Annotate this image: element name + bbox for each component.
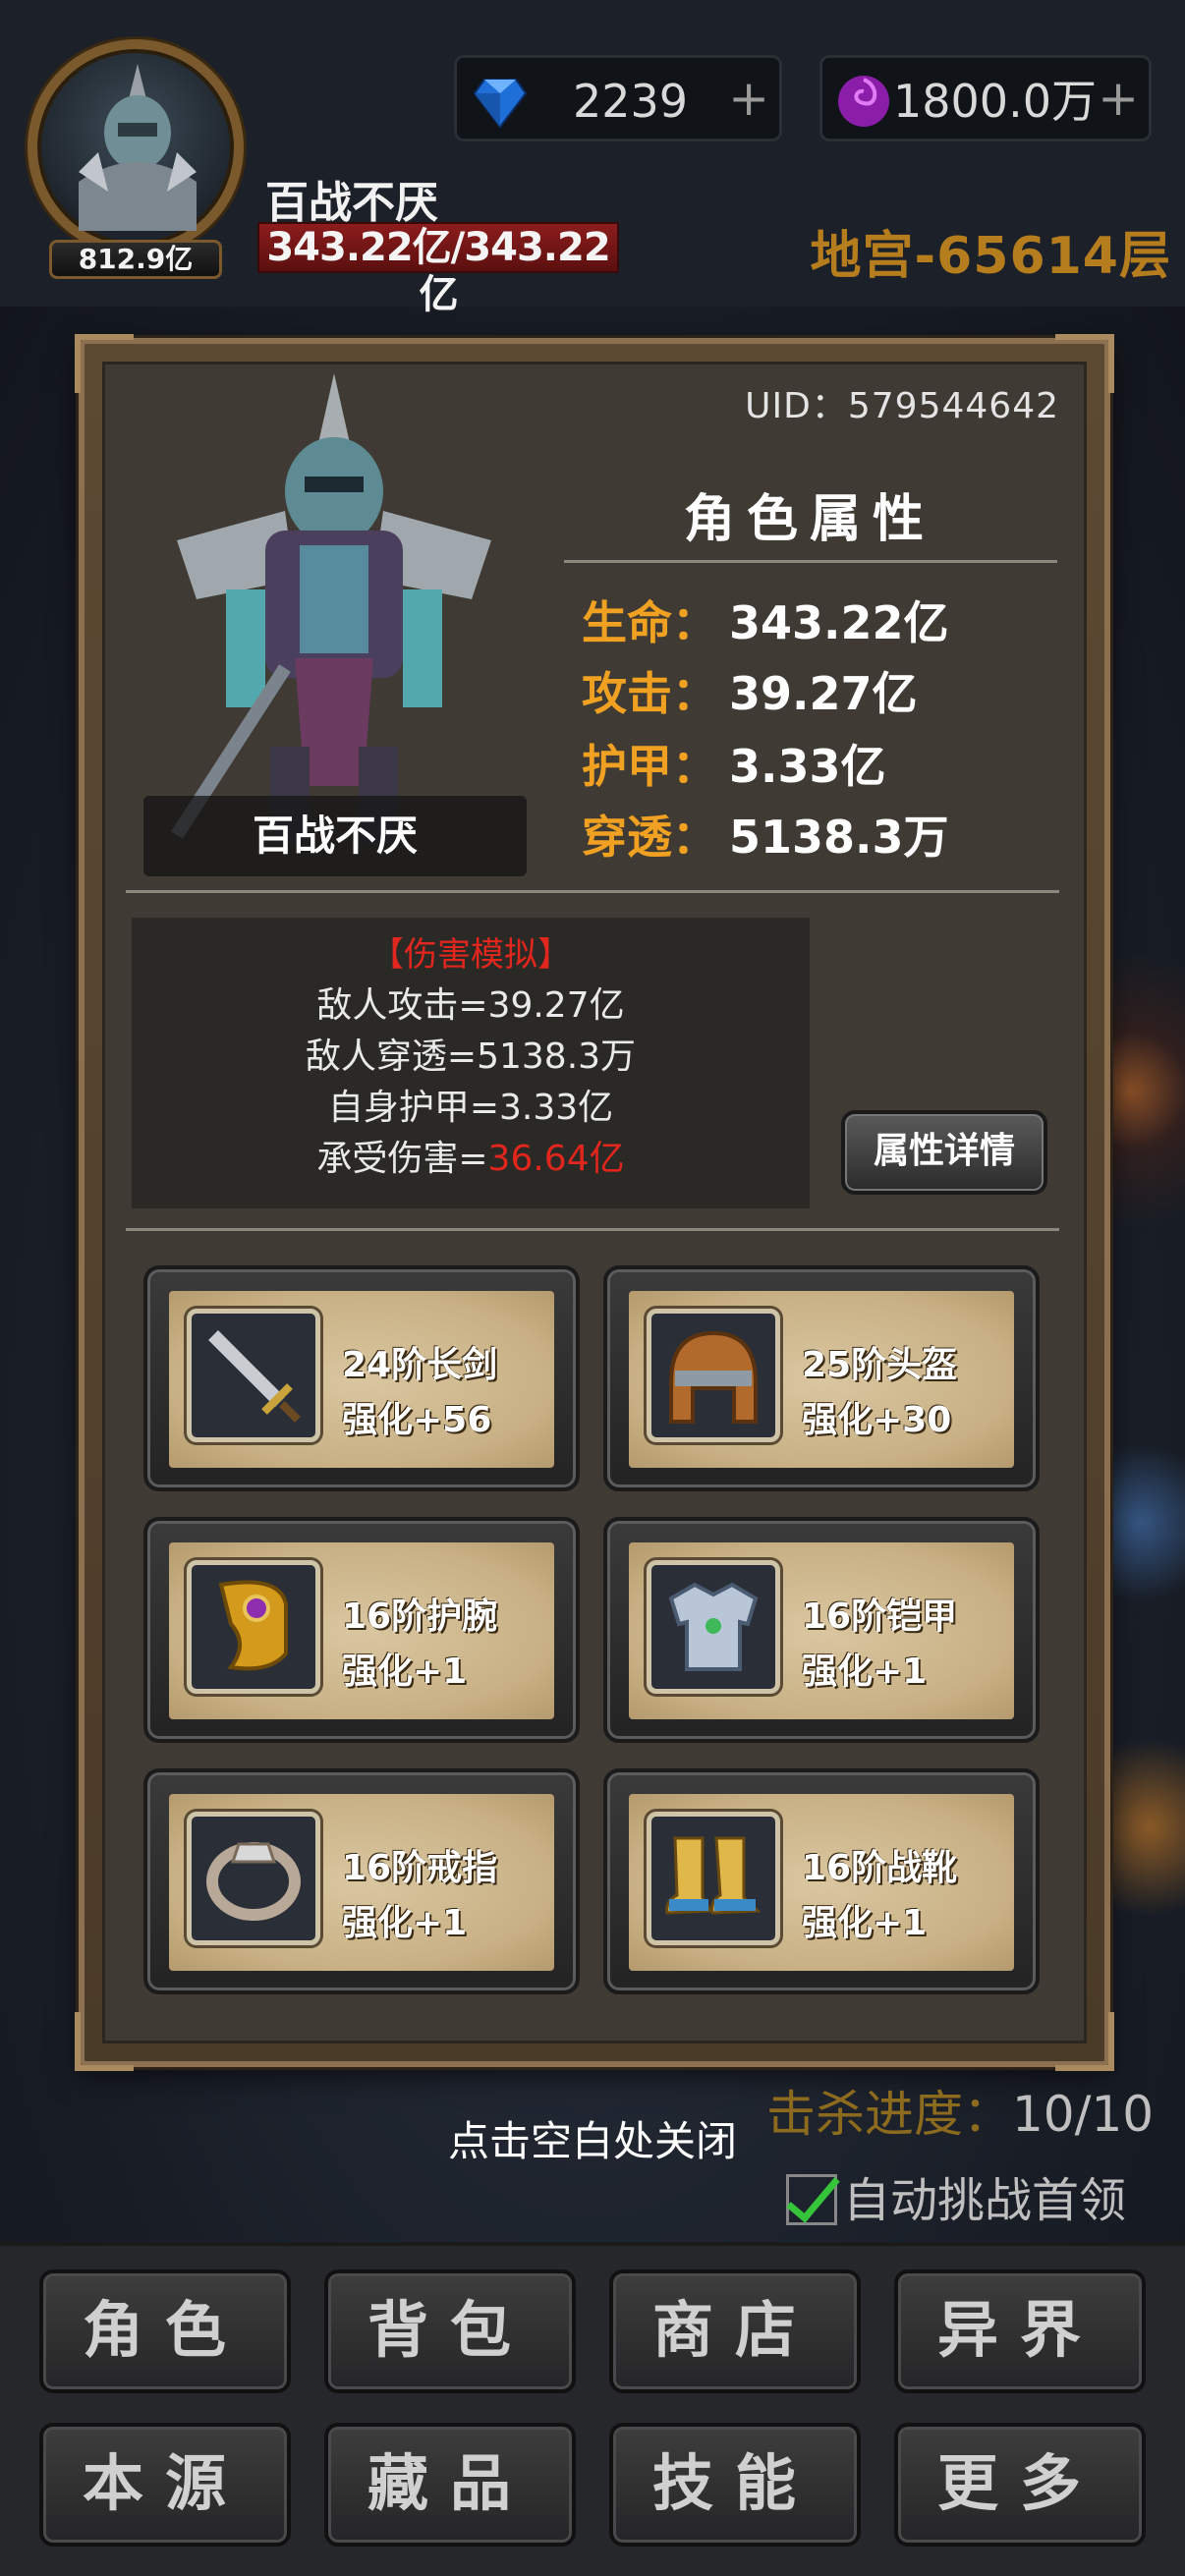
equipment-enhance: 强化+1	[802, 1903, 928, 1943]
section-divider	[126, 1228, 1059, 1231]
equipment-name: 16阶铠甲	[802, 1596, 958, 1637]
equipment-name: 24阶长剑	[342, 1345, 498, 1385]
equipment-enhance: 强化+1	[342, 1903, 468, 1943]
nav-shop[interactable]: 商店	[609, 2269, 861, 2393]
equipment-icon-frame	[647, 1560, 780, 1694]
self-armor: 自身护甲=3.33亿	[327, 1088, 614, 1128]
equipment-slot-sword[interactable]: 24阶长剑 强化+56	[143, 1265, 580, 1491]
auto-challenge-label: 自动挑战首领	[843, 2173, 1127, 2228]
gem-add-button[interactable]: +	[728, 58, 769, 139]
nav-skills[interactable]: 技能	[609, 2423, 861, 2547]
attribute-label: 护甲：	[582, 740, 717, 793]
attribute-label: 攻击：	[582, 667, 717, 720]
attribute-value: 39.27亿	[729, 667, 918, 720]
equipment-slot-armor[interactable]: 16阶铠甲 强化+1	[603, 1517, 1040, 1743]
armor-icon	[668, 1582, 759, 1671]
purple-orb-icon	[838, 76, 889, 127]
knight-portrait-icon	[79, 64, 197, 231]
equipment-enhance: 强化+30	[802, 1400, 952, 1440]
frame-corner	[75, 334, 134, 393]
attribute-hp: 生命： 343.22亿	[582, 588, 949, 652]
equipment-slot-helmet[interactable]: 25阶头盔 强化+30	[603, 1265, 1040, 1491]
attribute-value: 5138.3万	[729, 811, 949, 864]
equipment-enhance: 强化+1	[802, 1652, 928, 1692]
hero-knight-figure	[171, 373, 491, 845]
boots-icon	[665, 1836, 762, 1915]
equipment-slot-bracer[interactable]: 16阶护腕 强化+1	[143, 1517, 580, 1743]
nav-otherworld[interactable]: 异界	[894, 2269, 1146, 2393]
equipment-slot-ring[interactable]: 16阶戒指 强化+1	[143, 1768, 580, 1994]
damage-simulation-title: 【伤害模拟】	[370, 935, 571, 975]
damage-taken-label: 承受伤害=	[316, 1139, 488, 1179]
attribute-label: 生命：	[582, 596, 717, 649]
nav-character[interactable]: 角色	[39, 2269, 291, 2393]
close-hint: 点击空白处关闭	[447, 2117, 737, 2165]
player-uid: UID：579544642	[745, 386, 1059, 426]
equipment-name: 16阶护腕	[342, 1596, 498, 1637]
attribute-armor: 护甲： 3.33亿	[582, 731, 886, 796]
avatar-level: 812.9亿	[49, 240, 222, 279]
equipment-icon-frame	[187, 1309, 320, 1442]
checkbox-checked-icon[interactable]	[786, 2174, 837, 2225]
ring-icon	[206, 1842, 301, 1921]
nav-more[interactable]: 更多	[894, 2423, 1146, 2547]
equipment-name: 25阶头盔	[802, 1345, 958, 1385]
damage-taken: 承受伤害=36.64亿	[132, 1130, 810, 1181]
frame-corner	[1055, 2012, 1114, 2071]
enemy-attack: 敌人攻击=39.27亿	[316, 985, 625, 1026]
equipment-icon-frame	[647, 1309, 780, 1442]
bracer-icon	[218, 1580, 288, 1671]
sword-icon	[208, 1330, 301, 1423]
equipment-enhance: 强化+56	[342, 1400, 492, 1440]
player-name: 百战不厌	[265, 178, 438, 228]
equipment-enhance: 强化+1	[342, 1652, 468, 1692]
frame-corner	[75, 2012, 134, 2071]
enemy-penetration: 敌人穿透=5138.3万	[305, 1036, 637, 1077]
frame-corner	[1055, 334, 1114, 393]
hp-text: 343.22亿/343.22亿	[266, 225, 610, 317]
equipment-icon-frame	[647, 1812, 780, 1945]
attributes-divider	[564, 560, 1057, 563]
equipment-name: 16阶戒指	[342, 1848, 498, 1888]
diamond-icon	[473, 79, 528, 129]
nav-collection[interactable]: 藏品	[324, 2423, 576, 2547]
equipment-icon-frame	[187, 1560, 320, 1694]
equipment-name: 16阶战靴	[802, 1848, 958, 1888]
hero-name: 百战不厌	[252, 812, 418, 860]
nav-origin[interactable]: 本源	[39, 2423, 291, 2547]
player-avatar[interactable]: 812.9亿	[10, 39, 255, 285]
equipment-slot-boots[interactable]: 16阶战靴 强化+1	[603, 1768, 1040, 1994]
floor-title: 地宫-65614层	[810, 227, 1171, 286]
damage-taken-value: 36.64亿	[487, 1139, 625, 1179]
attribute-penetration: 穿透： 5138.3万	[582, 802, 949, 867]
essence-counter: 1800.0万 +	[819, 55, 1152, 141]
attribute-label: 穿透：	[582, 811, 717, 864]
attribute-value: 343.22亿	[729, 596, 949, 649]
gem-counter: 2239 +	[454, 55, 782, 141]
attribute-value: 3.33亿	[729, 740, 886, 793]
nav-backpack[interactable]: 背包	[324, 2269, 576, 2393]
auto-challenge-toggle[interactable]: 自动挑战首领	[786, 2161, 1126, 2230]
helmet-icon	[669, 1330, 758, 1424]
section-divider	[126, 890, 1059, 893]
attribute-attack: 攻击： 39.27亿	[582, 658, 918, 723]
essence-count: 1800.0万	[893, 75, 1097, 128]
attributes-title: 角色属性	[683, 490, 935, 549]
essence-add-button[interactable]: +	[1098, 58, 1139, 139]
gem-count: 2239	[573, 75, 689, 128]
attribute-details-button[interactable]: 属性详情	[841, 1110, 1047, 1195]
equipment-icon-frame	[187, 1812, 320, 1945]
